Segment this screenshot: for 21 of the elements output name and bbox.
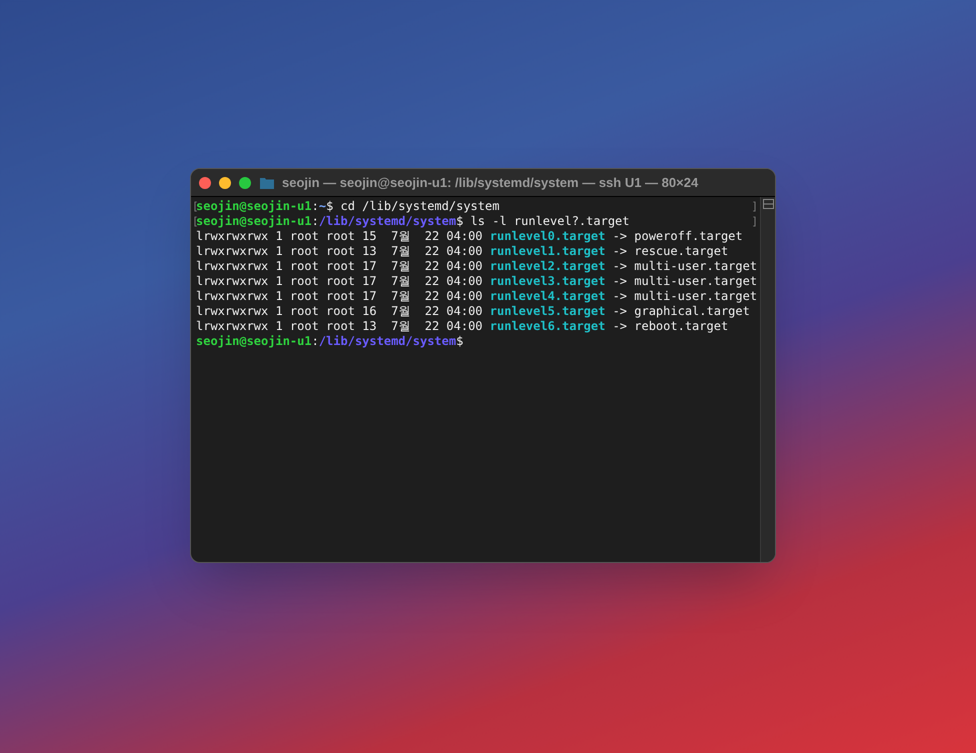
terminal-line: lrwxrwxrwx 1 root root 13 7월 22 04:00 runlevel1.target -> rescue.target (196, 244, 730, 259)
terminal-line: seojin@seojin-u1:/lib/systemd/system$ ls -l runlevel?.target (196, 214, 630, 229)
bracket-mark: ] (751, 214, 758, 229)
split-pane-icon[interactable] (762, 199, 774, 209)
window-title: seojin — seojin@seojin-u1: /lib/systemd/system — ssh U1 — 80×24 (282, 174, 698, 192)
terminal-line: lrwxrwxrwx 1 root root 16 7월 22 04:00 runlevel5.target -> graphical.target (196, 304, 751, 319)
terminal-line: lrwxrwxrwx 1 root root 17 7월 22 04:00 runlevel2.target -> multi-user.target (196, 259, 758, 274)
terminal-line: seojin@seojin-u1:/lib/systemd/system$ (196, 334, 464, 349)
terminal-line: lrwxrwxrwx 1 root root 15 7월 22 04:00 runlevel0.target -> poweroff.target (196, 229, 744, 244)
zoom-button[interactable] (239, 176, 251, 188)
bracket-mark: ] (751, 199, 758, 214)
terminal-line: lrwxrwxrwx 1 root root 17 7월 22 04:00 runlevel4.target -> multi-user.target (196, 289, 758, 304)
minimize-button[interactable] (219, 176, 231, 188)
scrollbar[interactable] (760, 197, 775, 562)
bracket-mark: [ (192, 214, 196, 229)
close-button[interactable] (199, 176, 211, 188)
bracket-mark: [ (192, 199, 196, 214)
terminal-line: lrwxrwxrwx 1 root root 17 7월 22 04:00 runlevel3.target -> multi-user.target (196, 274, 758, 289)
terminal-line: seojin@seojin-u1:~$ cd /lib/systemd/system (196, 199, 500, 214)
folder-icon (260, 176, 274, 188)
terminal-line: lrwxrwxrwx 1 root root 13 7월 22 04:00 runlevel6.target -> reboot.target (196, 319, 730, 334)
